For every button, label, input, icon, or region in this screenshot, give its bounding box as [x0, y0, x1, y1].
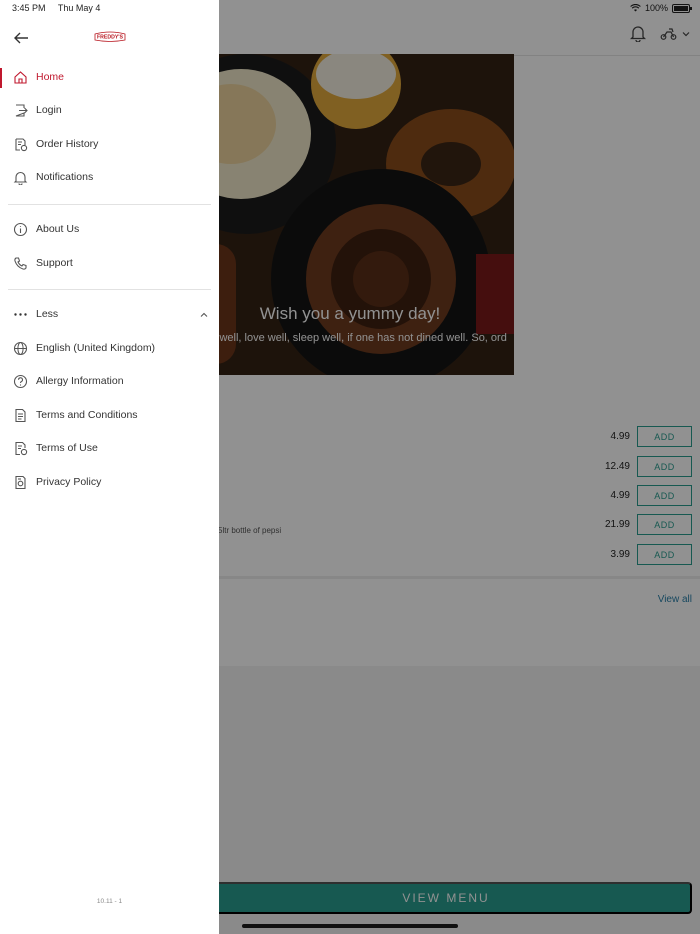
- login-icon: [15, 104, 28, 117]
- drawer-item-support[interactable]: Support: [0, 250, 219, 278]
- drawer-item-order-history[interactable]: Order History: [0, 131, 219, 159]
- drawer-item-label: Privacy Policy: [36, 476, 102, 488]
- info-icon: [13, 222, 28, 237]
- active-indicator: [0, 68, 2, 88]
- drawer-item-label: Login: [36, 104, 62, 116]
- drawer-less-toggle[interactable]: Less: [0, 301, 219, 329]
- more-dots-icon: [14, 313, 27, 316]
- chevron-up-icon: [200, 312, 208, 317]
- drawer-item-label: Notifications: [36, 171, 94, 183]
- drawer-item-label: About Us: [36, 223, 80, 235]
- drawer-item-label: Terms and Conditions: [36, 409, 138, 421]
- phone-icon: [14, 257, 27, 270]
- status-date: Thu May 4: [57, 3, 101, 13]
- drawer-item-label: Order History: [36, 138, 99, 150]
- logo-text: FREDDY'S: [97, 35, 124, 41]
- drawer-item-terms-conditions[interactable]: Terms and Conditions: [0, 402, 219, 430]
- drawer-divider: [8, 204, 211, 205]
- home-icon: [14, 71, 27, 84]
- document-icon: [15, 408, 26, 423]
- drawer-item-label: Home: [36, 71, 65, 83]
- drawer-item-login[interactable]: Login: [0, 97, 219, 125]
- order-history-icon: [15, 138, 28, 152]
- home-indicator[interactable]: [242, 924, 458, 928]
- drawer-item-privacy[interactable]: Privacy Policy: [0, 469, 219, 497]
- drawer-item-language[interactable]: English (United Kingdom): [0, 335, 219, 363]
- drawer-status-bar: 3:45 PM Thu May 4: [12, 3, 110, 13]
- drawer-item-label: Terms of Use: [36, 442, 98, 454]
- status-time: 3:45 PM: [12, 3, 46, 13]
- drawer-divider: [8, 289, 211, 290]
- privacy-icon: [15, 475, 26, 490]
- drawer-item-label: Support: [36, 257, 73, 269]
- drawer-item-allergy[interactable]: Allergy Information: [0, 368, 219, 396]
- app-screen: 100% Wish you a yummy day! think well, l…: [0, 0, 700, 934]
- back-arrow-icon[interactable]: [12, 30, 30, 46]
- drawer-item-terms-use[interactable]: Terms of Use: [0, 435, 219, 463]
- drawer-item-label: Allergy Information: [36, 375, 124, 387]
- drawer-item-label: English (United Kingdom): [36, 342, 156, 354]
- side-drawer: 3:45 PM Thu May 4 FREDDY'S Home Login Or…: [0, 0, 219, 934]
- brand-logo: FREDDY'S: [94, 31, 126, 43]
- drawer-item-notifications[interactable]: Notifications: [0, 164, 219, 192]
- app-version: 10.11 - 1: [96, 898, 123, 905]
- document-check-icon: [15, 441, 28, 456]
- drawer-item-label: Less: [36, 308, 59, 320]
- drawer-item-home[interactable]: Home: [0, 64, 219, 92]
- question-icon: [13, 374, 28, 389]
- bell-icon: [13, 171, 28, 185]
- drawer-item-about[interactable]: About Us: [0, 216, 219, 244]
- globe-icon: [13, 341, 28, 356]
